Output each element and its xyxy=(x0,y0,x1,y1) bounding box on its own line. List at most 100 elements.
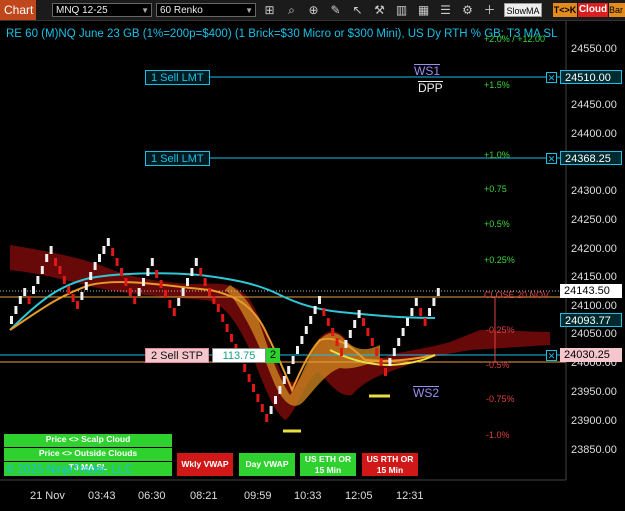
renko-brick-up xyxy=(287,366,291,374)
zoom-in-icon[interactable]: ⊕ xyxy=(306,3,321,18)
renko-brick-up xyxy=(36,276,40,284)
renko-brick-up xyxy=(432,298,436,306)
renko-brick-up xyxy=(186,278,189,286)
percent-level-label: -1.0% xyxy=(486,430,510,440)
renko-brick-up xyxy=(45,254,49,262)
renko-brick-up xyxy=(40,266,44,274)
price-axis-tick: 24100.00 xyxy=(571,300,617,312)
renko-brick-down xyxy=(54,258,57,266)
renko-brick-up xyxy=(300,336,304,344)
time-axis-tick: 21 Nov xyxy=(30,490,65,502)
chart-tab[interactable]: Chart xyxy=(0,0,36,20)
percent-level-label: -0.5% xyxy=(486,360,510,370)
renko-brick-down xyxy=(212,296,216,304)
percent-level-label: +0.5% xyxy=(484,219,510,229)
time-axis-tick: 03:43 xyxy=(88,490,116,502)
renko-brick-up xyxy=(181,288,185,296)
time-axis-tick: 12:05 xyxy=(345,490,373,502)
renko-brick-down xyxy=(366,328,370,336)
settings-icon[interactable]: ⚙ xyxy=(460,3,475,18)
order-label-sell-limit-1[interactable]: 1 Sell LMT xyxy=(145,70,210,85)
bar-toggle-button[interactable]: Bar xyxy=(609,3,625,17)
renko-brick-down xyxy=(379,358,383,366)
instrument-selector[interactable]: MNQ 12-25 ▼ xyxy=(52,3,152,17)
outside-clouds-button[interactable]: Price <> Outside Clouds xyxy=(4,448,172,461)
price-axis-tick: 24200.00 xyxy=(571,243,617,255)
time-axis-tick: 10:33 xyxy=(294,490,322,502)
cancel-order-icon[interactable]: ✕ xyxy=(546,72,557,83)
renko-brick-up xyxy=(436,288,440,296)
renko-brick-up xyxy=(309,316,313,324)
slowma-button[interactable]: SlowMA xyxy=(504,3,542,17)
price-axis-tick: 24450.00 xyxy=(571,99,617,111)
renko-brick-down xyxy=(340,348,343,356)
renko-brick-down xyxy=(423,318,427,326)
renko-brick-up xyxy=(353,320,357,328)
renko-brick-up xyxy=(304,326,308,334)
renko-brick-up xyxy=(23,288,27,296)
grid-icon[interactable]: ▦ xyxy=(416,3,431,18)
renko-brick-up xyxy=(282,376,286,384)
stop-qty-value[interactable]: 2 xyxy=(266,348,280,363)
renko-brick-down xyxy=(168,300,172,308)
renko-brick-down xyxy=(225,324,229,332)
percent-level-label: -0.75% xyxy=(486,394,515,404)
renko-brick-up xyxy=(348,330,352,338)
order-price-1: 24510.00 xyxy=(560,70,622,84)
renko-brick-down xyxy=(230,334,233,342)
renko-brick-up xyxy=(32,286,35,294)
day-vwap-button[interactable]: Day VWAP xyxy=(239,453,295,476)
magnifier-icon[interactable]: ⌕ xyxy=(284,3,299,18)
tk-toggle-button[interactable]: T<>K xyxy=(553,3,577,17)
list-icon[interactable]: ☰ xyxy=(438,3,453,18)
us-rth-or-button[interactable]: US RTH OR 15 Min xyxy=(362,453,418,476)
order-price-3: 24030.25 xyxy=(560,348,622,362)
renko-brick-up xyxy=(318,296,321,304)
copyright-text: © 2025 NinjaTrader, LLC xyxy=(6,464,133,476)
close-label: CLOSE 20 NOV xyxy=(484,290,550,300)
wkly-vwap-button[interactable]: Wkly VWAP xyxy=(177,453,233,476)
us-eth-or-button[interactable]: US ETH OR 15 Min xyxy=(300,453,356,476)
period-selector[interactable]: 60 Renko ▼ xyxy=(156,3,256,17)
price-axis-tick: 24150.00 xyxy=(571,271,617,283)
crosshair-icon[interactable]: ⊞ xyxy=(262,3,277,18)
price-axis-tick: 24250.00 xyxy=(571,214,617,226)
cancel-order-icon[interactable]: ✕ xyxy=(546,350,557,361)
renko-brick-down xyxy=(256,394,260,402)
plus-icon[interactable]: ＋ xyxy=(482,3,497,18)
renko-brick-up xyxy=(401,328,405,336)
order-label-sell-stop[interactable]: 2 Sell STP xyxy=(145,348,209,363)
chevron-down-icon: ▼ xyxy=(141,6,149,15)
order-label-sell-limit-2[interactable]: 1 Sell LMT xyxy=(145,151,210,166)
chart-title: RE 60 (M)NQ June 23 GB (1%=200p=$400) (1… xyxy=(6,28,558,40)
cloud-toggle-button[interactable]: Cloud xyxy=(578,3,608,17)
renko-brick-down xyxy=(124,278,128,286)
renko-brick-up xyxy=(410,308,414,316)
renko-brick-down xyxy=(384,368,387,376)
price-axis-tick: 24550.00 xyxy=(571,43,617,55)
renko-brick-up xyxy=(194,258,198,266)
chart-icon[interactable]: ▥ xyxy=(394,3,409,18)
pencil-icon[interactable]: ✎ xyxy=(328,3,343,18)
percent-level-label: +2.0% / +12.00 xyxy=(484,34,546,44)
renko-brick-up xyxy=(406,318,409,326)
time-axis-tick: 08:21 xyxy=(190,490,218,502)
renko-brick-down xyxy=(375,348,379,356)
cancel-order-icon[interactable]: ✕ xyxy=(546,153,557,164)
renko-brick-up xyxy=(274,396,277,404)
cursor-icon[interactable]: ↖ xyxy=(350,3,365,18)
renko-brick-up xyxy=(93,262,97,270)
renko-brick-down xyxy=(203,278,207,286)
renko-brick-down xyxy=(111,248,115,256)
tools-icon[interactable]: ⚒ xyxy=(372,3,387,18)
renko-brick-down xyxy=(128,288,132,296)
renko-brick-up xyxy=(414,298,418,306)
scalp-cloud-button[interactable]: Price <> Scalp Cloud xyxy=(4,434,172,447)
renko-brick-up xyxy=(291,356,295,364)
renko-brick-up xyxy=(313,306,317,314)
renko-brick-up xyxy=(106,238,110,246)
renko-brick-up xyxy=(102,246,106,254)
renko-brick-down xyxy=(172,308,176,316)
renko-brick-down xyxy=(159,280,163,288)
time-axis-tick: 06:30 xyxy=(138,490,166,502)
